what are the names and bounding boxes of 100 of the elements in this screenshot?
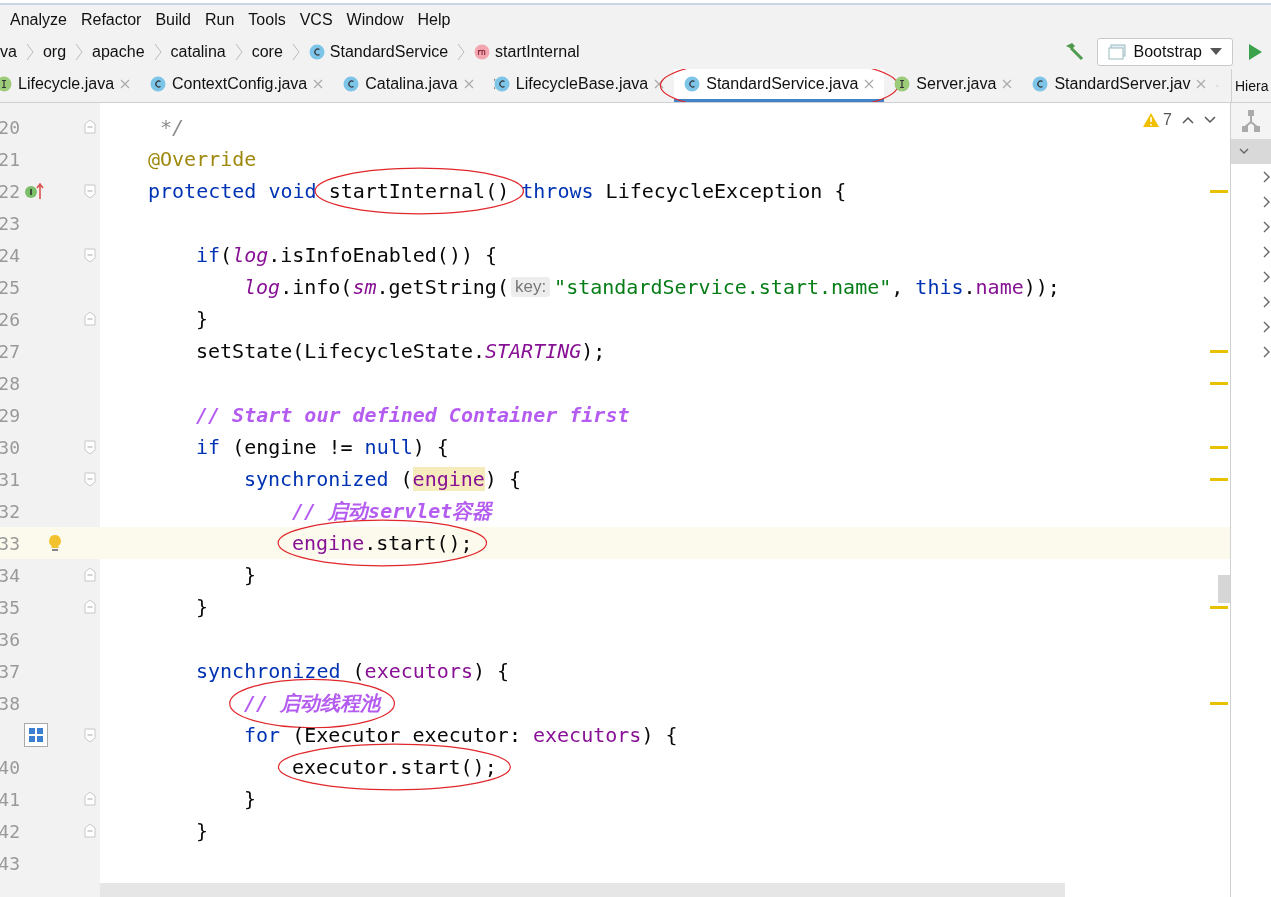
breadcrumb[interactable]: StandardService [308,43,457,61]
fold-icon[interactable] [84,824,96,838]
breadcrumb[interactable]: core [251,43,291,61]
close-icon[interactable] [313,79,324,89]
method-icon [474,44,491,60]
separator-icon [233,42,244,62]
window-icon [1107,44,1126,60]
line-number: 36 [0,628,20,650]
breadcrumb[interactable]: startInternal [474,43,588,61]
close-icon[interactable] [120,79,131,89]
breadcrumb[interactable]: catalina [170,43,234,61]
line-number: 35 [0,596,20,618]
fold-icon[interactable] [84,728,96,742]
code-token: */ [159,115,185,139]
close-icon[interactable] [463,79,474,89]
chevron-right-icon[interactable] [1261,320,1271,333]
editor-tab[interactable]: ContextConfig.java [140,69,334,102]
menu-item[interactable]: Window [346,11,404,29]
line-number: 40 [0,756,20,778]
warning-icon [1143,113,1160,127]
line-number: 21 [0,148,20,170]
separator-icon [152,42,163,62]
code-token: ); [581,339,606,363]
menu-item[interactable]: Analyze [10,11,67,29]
code-token: // 启动线程池 [244,690,381,715]
run-icon[interactable] [1247,43,1263,61]
menu-item[interactable]: Run [204,11,235,29]
code-token: } [196,307,209,331]
line-number: 20 [0,116,20,138]
class-icon [684,76,701,92]
editor-tab[interactable]: Lifecycle.java [0,69,141,102]
chevron-down-icon[interactable] [1204,116,1216,124]
code-token: for [244,723,281,747]
editor-tab[interactable]: LifecycleBase.java [483,69,675,102]
line-number: 25 [0,276,20,298]
chevron-right-icon[interactable] [1261,245,1271,258]
separator-icon [24,42,35,62]
code-token: (Executor executor: [291,723,522,747]
hierarchy-icon[interactable] [1241,110,1261,132]
code-token: .start(); [364,531,473,555]
warning-count[interactable]: 7 [1143,111,1172,129]
line-number: 38 [0,692,20,714]
chevron-right-icon[interactable] [1261,195,1271,208]
code-token: executors [533,723,642,747]
fold-icon[interactable] [84,568,96,582]
breadcrumb[interactable]: apache [92,43,153,61]
chevron-right-icon[interactable] [1261,345,1271,358]
code-token: @Override [148,147,257,171]
code-token: sm [352,275,377,299]
editor-tab[interactable]: Server.java [884,69,1023,102]
class-icon [343,76,360,92]
close-icon[interactable] [1196,79,1207,89]
editor-tab[interactable]: StandardService.java [674,69,885,102]
code-token: engine [412,467,485,491]
code-token: , [891,275,905,299]
breadcrumb[interactable]: va [0,43,25,61]
fold-icon[interactable] [84,472,96,486]
menu-item[interactable]: Refactor [80,11,142,29]
class-icon [150,76,167,92]
chevron-up-icon[interactable] [1182,116,1194,124]
code-token: engine [292,531,365,555]
menu-item[interactable]: Tools [248,11,286,29]
separator-icon [456,42,467,62]
horizontal-scrollbar[interactable] [100,883,1065,897]
implements-marker-icon[interactable] [24,182,46,200]
code-token: executor.start(); [292,755,497,779]
close-icon[interactable] [864,79,875,89]
chevron-right-icon[interactable] [1261,170,1271,183]
fold-icon[interactable] [84,440,96,454]
separator-icon [74,42,85,62]
close-icon[interactable] [654,79,665,89]
menu-item[interactable]: Help [417,11,451,29]
code-token: .info( [280,275,353,299]
fold-icon[interactable] [84,312,96,326]
code-token: // Start our defined Container first [196,403,630,427]
line-number: 33 [0,532,20,554]
fold-icon[interactable] [84,184,96,198]
panel-title[interactable]: Hiera [1231,69,1271,102]
editor-tab[interactable]: StandardServer.jav [1022,69,1217,102]
code-token: // 启动servlet容器 [292,497,493,525]
menu-item[interactable]: Build [155,11,191,29]
menu-item[interactable]: VCS [299,11,333,29]
fold-icon[interactable] [84,120,96,134]
close-icon[interactable] [1002,79,1013,89]
chevron-right-icon[interactable] [1261,295,1271,308]
chevron-right-icon[interactable] [1261,220,1271,233]
code-token: } [196,595,209,619]
layout-icon[interactable] [24,723,48,747]
lightbulb-icon[interactable] [48,534,62,552]
scrollbar-thumb[interactable] [1218,575,1230,603]
code-token: executors [364,659,473,683]
code-token: synchronized [196,659,341,683]
chevron-right-icon[interactable] [1261,270,1271,283]
fold-icon[interactable] [84,248,96,262]
fold-icon[interactable] [84,600,96,614]
class-icon [1032,76,1049,92]
editor-tab[interactable]: Catalina.java [333,69,484,102]
run-configuration-dropdown[interactable]: Bootstrap [1096,38,1233,66]
fold-icon[interactable] [84,792,96,806]
breadcrumb[interactable]: org [42,43,75,61]
